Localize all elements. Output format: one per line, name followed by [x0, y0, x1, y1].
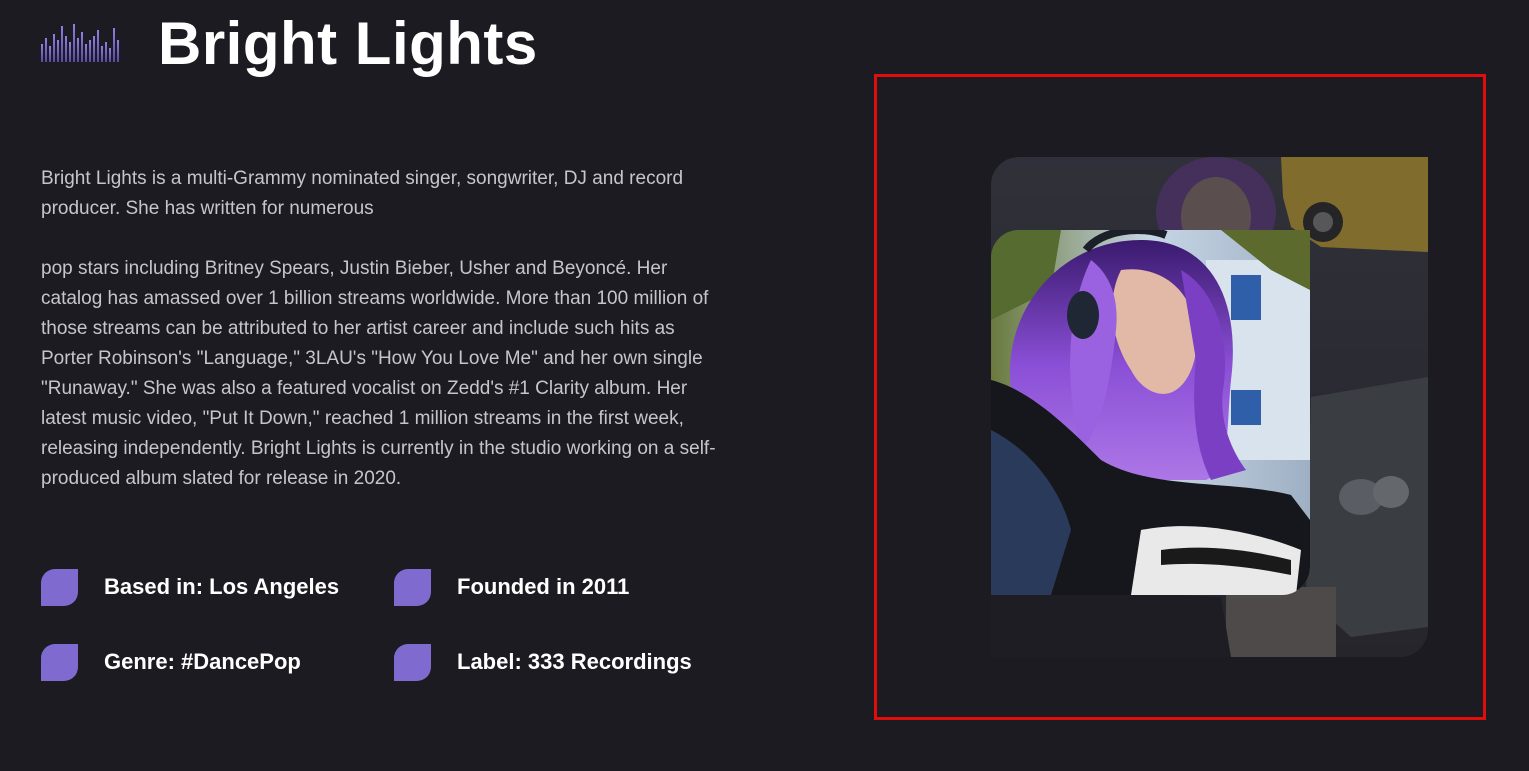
leaf-bullet-icon — [41, 568, 78, 606]
artist-photo — [991, 230, 1310, 595]
equalizer-bars-icon — [40, 22, 122, 64]
fact-label: Based in: Los Angeles — [104, 574, 340, 599]
bio-paragraph: Bright Lights is a multi-Grammy nominate… — [41, 168, 684, 219]
fact-item-genre: Genre: #DancePop — [41, 643, 301, 681]
leaf-bullet-icon — [394, 568, 431, 606]
leaf-bullet-icon — [394, 643, 431, 681]
fact-item-founded: Founded in 2011 — [394, 568, 629, 606]
facts-list: Based in: Los Angeles Founded in 2011 Ge… — [41, 566, 741, 696]
page-title: Bright Lights — [158, 10, 538, 77]
bio-paragraph: pop stars including Britney Spears, Just… — [41, 258, 716, 489]
fact-label: Founded in 2011 — [457, 574, 630, 599]
fact-label: Genre: #DancePop — [104, 649, 301, 674]
fact-label: Label: 333 Recordings — [457, 649, 692, 674]
fact-item-location: Based in: Los Angeles — [41, 568, 339, 606]
leaf-bullet-icon — [41, 643, 78, 681]
fact-item-label: Label: 333 Recordings — [394, 643, 692, 681]
bio-section: Bright Lights is a multi-Grammy nominate… — [41, 164, 731, 494]
